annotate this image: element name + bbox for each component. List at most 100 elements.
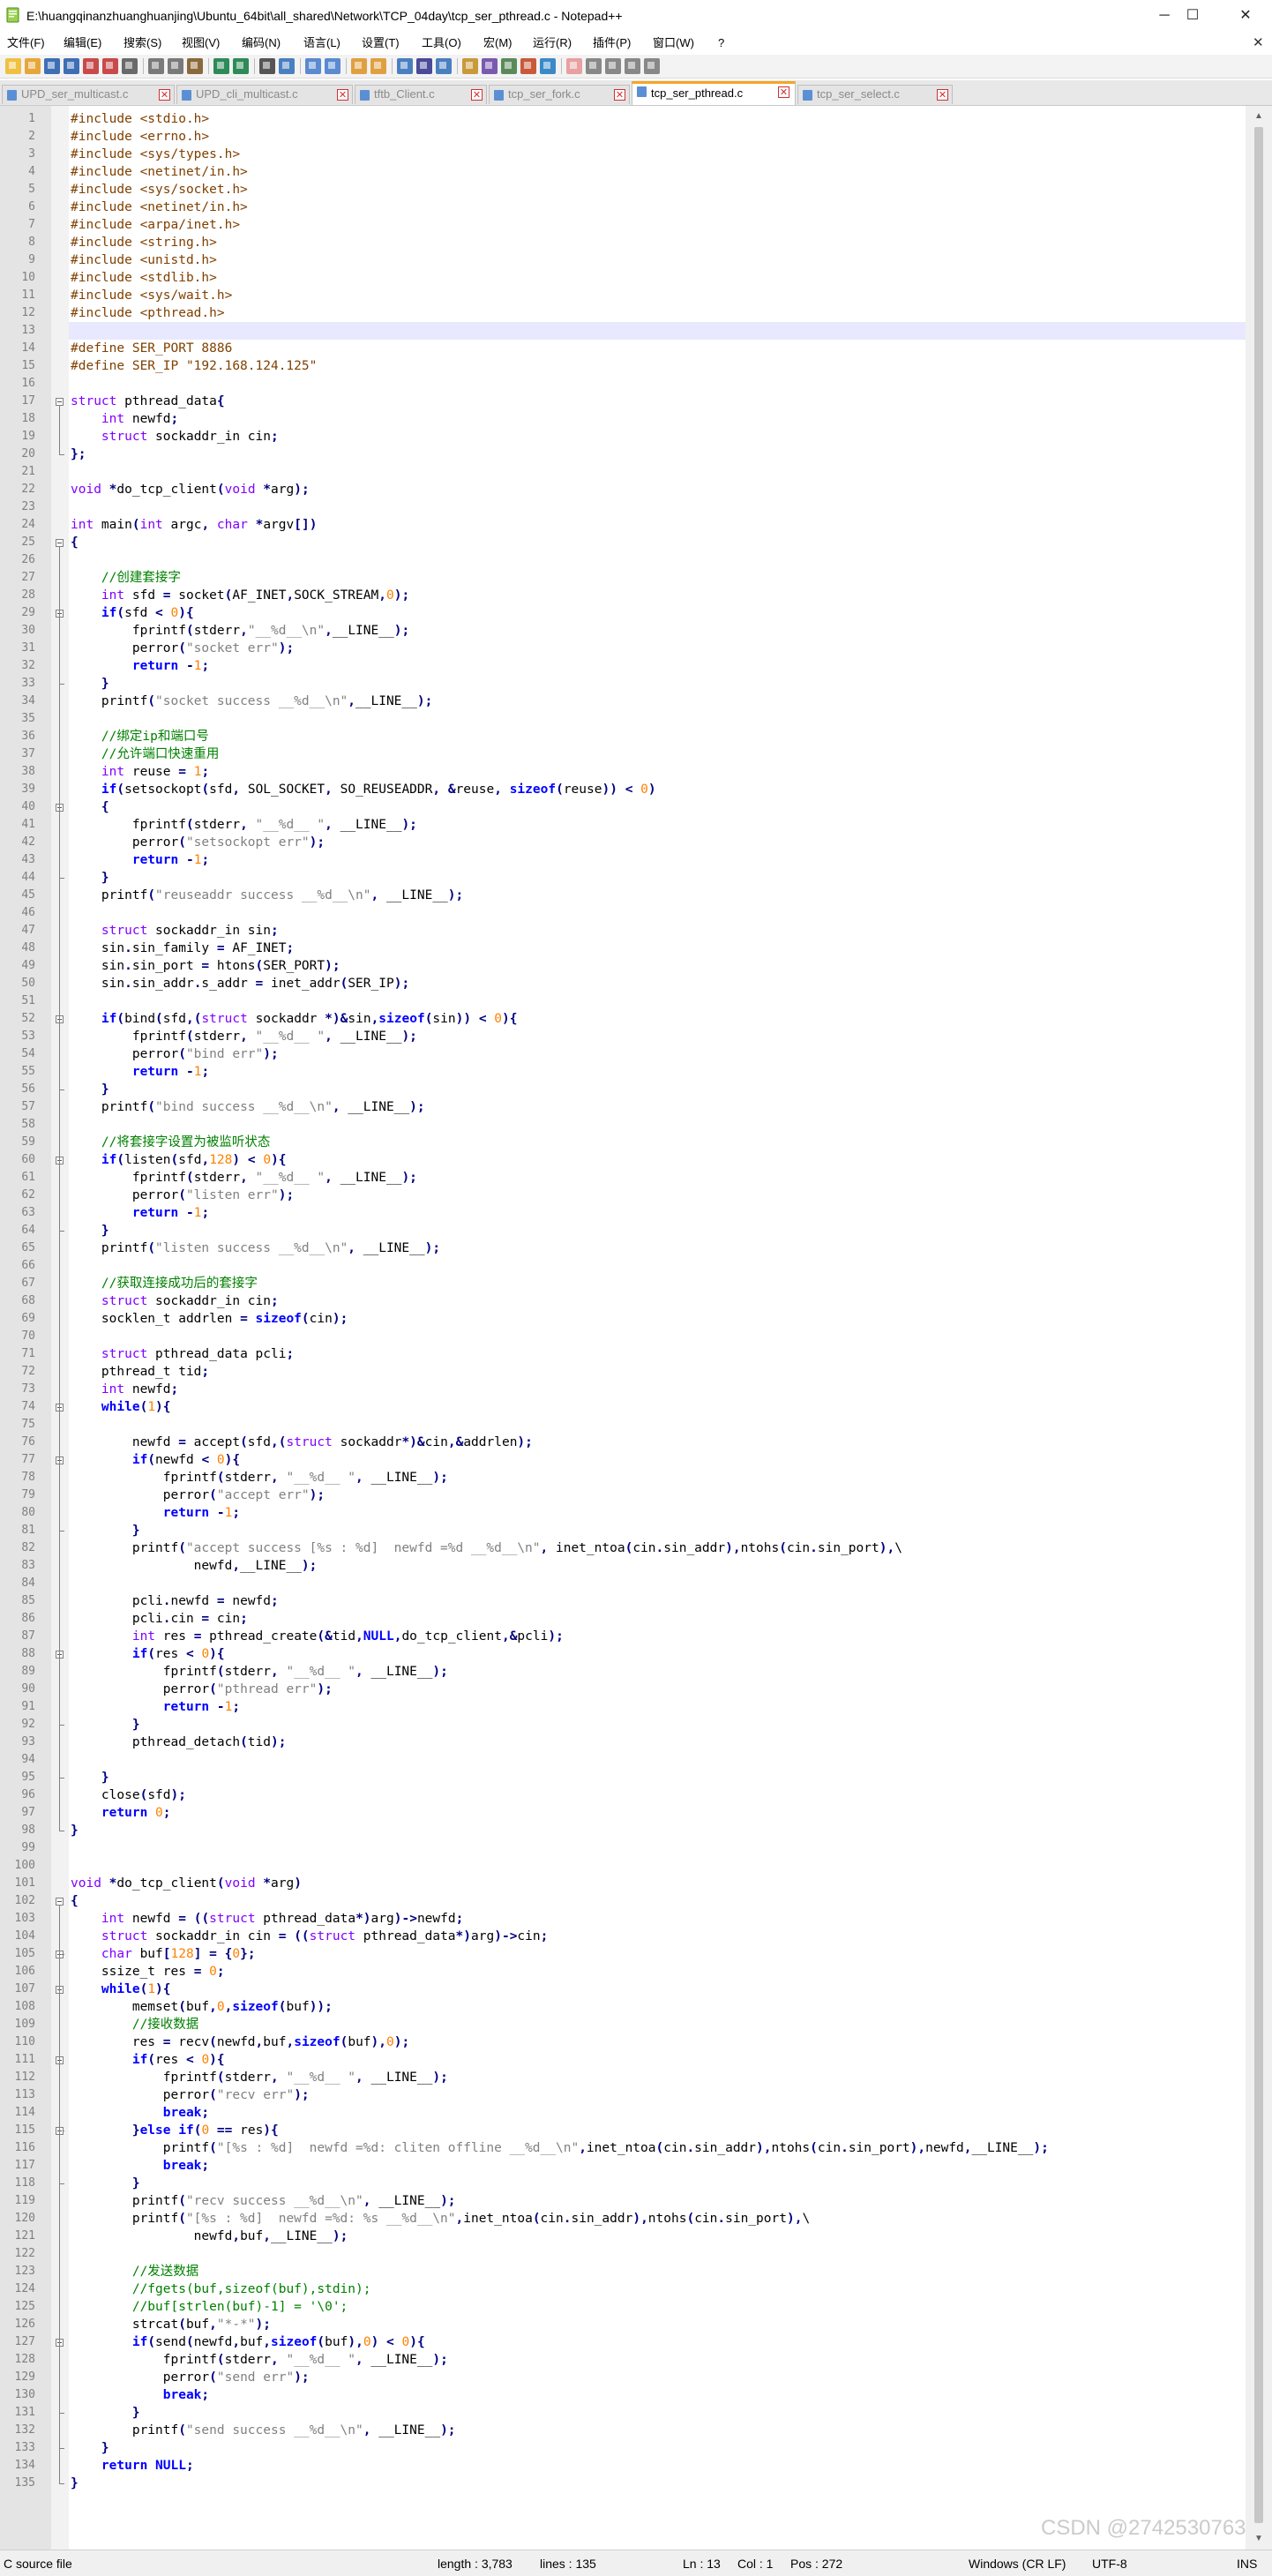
- zoom-out-icon[interactable]: [325, 58, 340, 74]
- code-line[interactable]: int res = pthread_create(&tid,NULL,do_tc…: [71, 1628, 564, 1645]
- new-file-icon[interactable]: [5, 58, 21, 74]
- code-line[interactable]: }: [71, 1822, 79, 1839]
- fold-toggle-icon[interactable]: [56, 1898, 64, 1906]
- stop-macro-icon[interactable]: [586, 58, 602, 74]
- code-line[interactable]: printf("accept success [%s : %d] newfd =…: [71, 1539, 902, 1557]
- code-line[interactable]: pthread_t tid;: [71, 1363, 209, 1381]
- code-line[interactable]: perror("accept err");: [71, 1486, 325, 1504]
- tab-tcp-ser-select[interactable]: tcp_ser_select.c ✕: [797, 85, 953, 104]
- code-line[interactable]: }else if(0 == res){: [71, 2122, 279, 2139]
- tab-upd-cli-multicast[interactable]: UPD_cli_multicast.c ✕: [176, 85, 353, 104]
- status-encoding[interactable]: UTF-8: [1092, 2550, 1127, 2576]
- code-line[interactable]: int newfd;: [71, 1381, 178, 1398]
- code-line[interactable]: memset(buf,0,sizeof(buf));: [71, 1998, 333, 2016]
- code-line[interactable]: }: [71, 2475, 79, 2492]
- code-line[interactable]: printf("bind success __%d__\n", __LINE__…: [71, 1098, 425, 1116]
- code-line[interactable]: struct sockaddr_in sin;: [71, 922, 279, 940]
- code-line[interactable]: }: [71, 1716, 140, 1734]
- code-line[interactable]: #include <stdlib.h>: [71, 269, 217, 287]
- menu-plugins[interactable]: 插件(P): [593, 32, 631, 55]
- tab-close-icon[interactable]: ✕: [778, 86, 789, 98]
- code-editor[interactable]: 1 2 3 4 5 6 7 8 9 10 11 12 13 14 15 16 17 18 19 20 21 22 23 24 2…: [0, 106, 1272, 2550]
- close-all-icon[interactable]: [102, 58, 118, 74]
- code-line[interactable]: //创建套接字: [71, 569, 181, 587]
- code-line[interactable]: printf("[%s : %d] newfd =%d: %s __%d__\n…: [71, 2210, 810, 2228]
- save-all-icon[interactable]: [64, 58, 79, 74]
- code-line[interactable]: #include <unistd.h>: [71, 251, 217, 269]
- code-line[interactable]: perror("pthread err");: [71, 1681, 333, 1698]
- code-line[interactable]: }: [71, 2404, 140, 2422]
- code-line[interactable]: while(1){: [71, 1981, 171, 1998]
- tab-tcp-ser-fork[interactable]: tcp_ser_fork.c ✕: [489, 85, 630, 104]
- code-line[interactable]: #include <netinet/in.h>: [71, 163, 248, 181]
- play-macro-icon[interactable]: [605, 58, 621, 74]
- code-line[interactable]: void *do_tcp_client(void *arg);: [71, 481, 310, 498]
- menu-help[interactable]: ?: [718, 32, 724, 55]
- redo-icon[interactable]: [233, 58, 249, 74]
- function-list-icon[interactable]: [501, 58, 517, 74]
- sync-horizontal-icon[interactable]: [370, 58, 386, 74]
- code-line[interactable]: struct pthread_data{: [71, 393, 225, 410]
- code-line[interactable]: //获取连接成功后的套接字: [71, 1275, 258, 1292]
- indent-guide-icon[interactable]: [436, 58, 452, 74]
- code-line[interactable]: return 0;: [71, 1804, 171, 1822]
- code-line[interactable]: //发送数据: [71, 2263, 198, 2280]
- code-line[interactable]: #include <string.h>: [71, 234, 217, 251]
- scroll-down-icon[interactable]: ▼: [1246, 2528, 1272, 2550]
- code-line[interactable]: sin.sin_family = AF_INET;: [71, 940, 294, 957]
- code-line[interactable]: newfd,buf,__LINE__);: [71, 2228, 348, 2245]
- tab-tftb-client[interactable]: tftb_Client.c ✕: [355, 85, 487, 104]
- code-line[interactable]: struct sockaddr_in cin;: [71, 1292, 279, 1310]
- code-line[interactable]: int sfd = socket(AF_INET,SOCK_STREAM,0);: [71, 587, 409, 604]
- code-line[interactable]: if(listen(sfd,128) < 0){: [71, 1151, 287, 1169]
- print-icon[interactable]: [122, 58, 138, 74]
- code-line[interactable]: }: [71, 2175, 140, 2192]
- menu-edit[interactable]: 编辑(E): [64, 32, 101, 55]
- code-line[interactable]: perror("bind err");: [71, 1045, 279, 1063]
- code-line[interactable]: {: [71, 534, 79, 551]
- scrollbar-thumb[interactable]: [1254, 127, 1263, 2523]
- code-line[interactable]: int reuse = 1;: [71, 763, 209, 781]
- code-line[interactable]: //绑定ip和端口号: [71, 728, 209, 745]
- code-line[interactable]: newfd,__LINE__);: [71, 1557, 318, 1575]
- code-line[interactable]: if(setsockopt(sfd, SOL_SOCKET, SO_REUSEA…: [71, 781, 656, 798]
- code-line[interactable]: #include <sys/socket.h>: [71, 181, 248, 198]
- menu-language[interactable]: 语言(L): [303, 32, 340, 55]
- code-line[interactable]: return -1;: [71, 851, 209, 869]
- menu-run[interactable]: 运行(R): [533, 32, 572, 55]
- fold-toggle-icon[interactable]: [56, 398, 64, 406]
- code-line[interactable]: perror("socket err");: [71, 640, 294, 657]
- code-line[interactable]: break;: [71, 2157, 209, 2175]
- menu-macro[interactable]: 宏(M): [483, 32, 513, 55]
- menu-search[interactable]: 搜索(S): [123, 32, 161, 55]
- code-line[interactable]: sin.sin_addr.s_addr = inet_addr(SER_IP);: [71, 975, 409, 992]
- code-line[interactable]: strcat(buf,"*-*");: [71, 2316, 271, 2333]
- code-line[interactable]: fprintf(stderr, "__%d__ ", __LINE__);: [71, 2069, 448, 2086]
- code-line[interactable]: fprintf(stderr, "__%d__ ", __LINE__);: [71, 1028, 417, 1045]
- code-line[interactable]: //将套接字设置为被监听状态: [71, 1134, 270, 1151]
- close-document-icon[interactable]: ✕: [1253, 32, 1264, 55]
- zoom-in-icon[interactable]: [305, 58, 321, 74]
- code-line[interactable]: #include <sys/types.h>: [71, 146, 240, 163]
- save-macro-icon[interactable]: [644, 58, 660, 74]
- code-line[interactable]: fprintf(stderr, "__%d__ ", __LINE__);: [71, 816, 417, 834]
- code-line[interactable]: fprintf(stderr, "__%d__ ", __LINE__);: [71, 1169, 417, 1187]
- code-line[interactable]: }: [71, 2439, 109, 2457]
- code-line[interactable]: //fgets(buf,sizeof(buf),stdin);: [71, 2280, 371, 2298]
- tab-upd-ser-multicast[interactable]: UPD_ser_multicast.c ✕: [2, 85, 175, 104]
- menu-view[interactable]: 视图(V): [182, 32, 220, 55]
- folder-as-workspace-icon[interactable]: [520, 58, 536, 74]
- code-line[interactable]: return -1;: [71, 1063, 209, 1081]
- paste-icon[interactable]: [187, 58, 203, 74]
- code-line[interactable]: #include <arpa/inet.h>: [71, 216, 240, 234]
- word-wrap-icon[interactable]: [397, 58, 413, 74]
- status-eol[interactable]: Windows (CR LF): [969, 2550, 1066, 2576]
- tab-close-icon[interactable]: ✕: [614, 89, 625, 101]
- code-line[interactable]: return -1;: [71, 1504, 240, 1522]
- code-line[interactable]: if(send(newfd,buf,sizeof(buf),0) < 0){: [71, 2333, 425, 2351]
- code-line[interactable]: return NULL;: [71, 2457, 194, 2475]
- code-line[interactable]: //允许端口快速重用: [71, 745, 219, 763]
- code-line[interactable]: fprintf(stderr, "__%d__ ", __LINE__);: [71, 1469, 448, 1486]
- scroll-up-icon[interactable]: ▲: [1246, 106, 1272, 127]
- code-line[interactable]: break;: [71, 2104, 209, 2122]
